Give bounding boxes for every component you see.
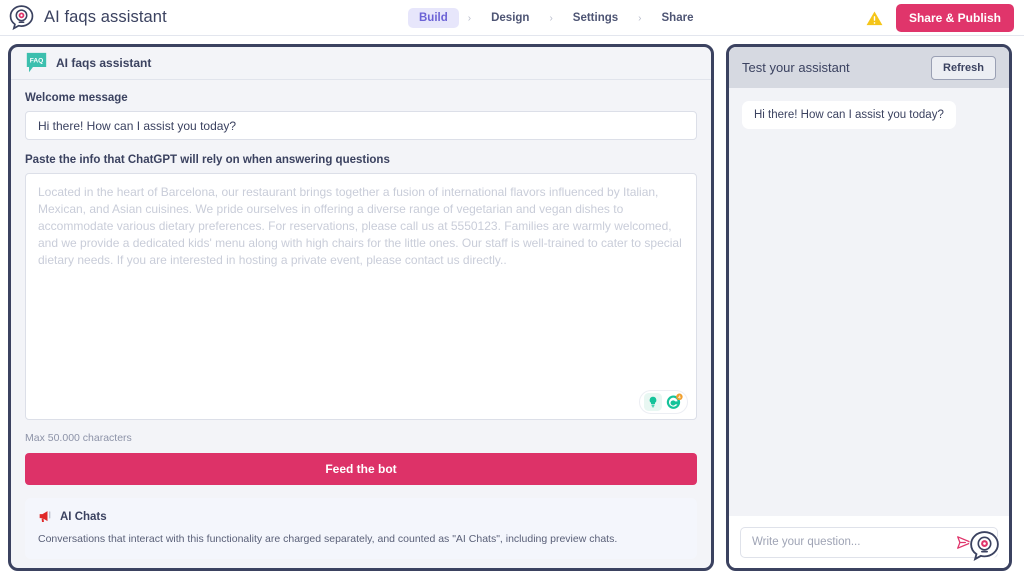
chat-messages: Hi there! How can I assist you today? <box>729 88 1009 516</box>
ai-chats-title: AI Chats <box>60 510 107 523</box>
breadcrumb-separator: › <box>638 12 642 24</box>
grammarly-logo-icon[interactable]: 4 <box>665 393 683 411</box>
card-body: Welcome message Paste the info that Chat… <box>11 80 711 568</box>
feed-the-bot-button[interactable]: Feed the bot <box>25 453 697 485</box>
chat-target-logo-icon <box>8 4 35 31</box>
page-body: FAQ AI faqs assistant Welcome message Pa… <box>0 36 1024 579</box>
character-limit-note: Max 50.000 characters <box>25 432 132 444</box>
test-panel-header: Test your assistant Refresh <box>729 47 1009 88</box>
welcome-message-input[interactable] <box>25 111 697 140</box>
card-title: AI faqs assistant <box>56 56 152 70</box>
chat-widget-logo-icon[interactable] <box>968 529 1001 562</box>
welcome-message-label: Welcome message <box>25 92 128 104</box>
ai-chats-description: Conversations that interact with this fu… <box>38 533 618 545</box>
chat-input-bar <box>729 516 1009 568</box>
svg-text:FAQ: FAQ <box>30 58 44 65</box>
chat-message-bot: Hi there! How can I assist you today? <box>742 101 956 129</box>
top-navigation-bar: AI faqs assistant Build › Design › Setti… <box>0 0 1024 36</box>
breadcrumb-separator: › <box>467 12 472 24</box>
breadcrumb: Build › Design › Settings › Share <box>408 0 704 36</box>
megaphone-icon <box>38 509 53 524</box>
knowledge-textarea[interactable] <box>25 173 697 420</box>
lightbulb-icon[interactable] <box>644 393 662 411</box>
test-assistant-panel: Test your assistant Refresh Hi there! Ho… <box>726 44 1012 571</box>
card-header: FAQ AI faqs assistant <box>11 47 711 80</box>
knowledge-area-wrapper: 4 <box>25 173 697 425</box>
warning-triangle-icon[interactable] <box>865 9 884 28</box>
grammarly-widget: 4 <box>639 390 688 414</box>
breadcrumb-separator: › <box>549 12 553 24</box>
page-title: AI faqs assistant <box>44 8 167 26</box>
tab-build[interactable]: Build <box>408 8 459 28</box>
ai-chats-info-header: AI Chats <box>38 509 684 524</box>
tab-settings[interactable]: Settings <box>562 8 629 28</box>
brand: AI faqs assistant <box>0 4 167 31</box>
faq-badge-icon: FAQ <box>25 52 48 74</box>
test-panel-title: Test your assistant <box>742 60 850 75</box>
top-actions: Share & Publish <box>865 0 1014 36</box>
refresh-button[interactable]: Refresh <box>931 55 996 80</box>
knowledge-label: Paste the info that ChatGPT will rely on… <box>25 154 390 166</box>
tab-design[interactable]: Design <box>480 8 540 28</box>
ai-chats-info-box: AI Chats Conversations that interact wit… <box>25 498 697 559</box>
share-and-publish-button[interactable]: Share & Publish <box>895 4 1014 32</box>
tab-share[interactable]: Share <box>651 8 705 28</box>
build-card: FAQ AI faqs assistant Welcome message Pa… <box>8 44 714 571</box>
